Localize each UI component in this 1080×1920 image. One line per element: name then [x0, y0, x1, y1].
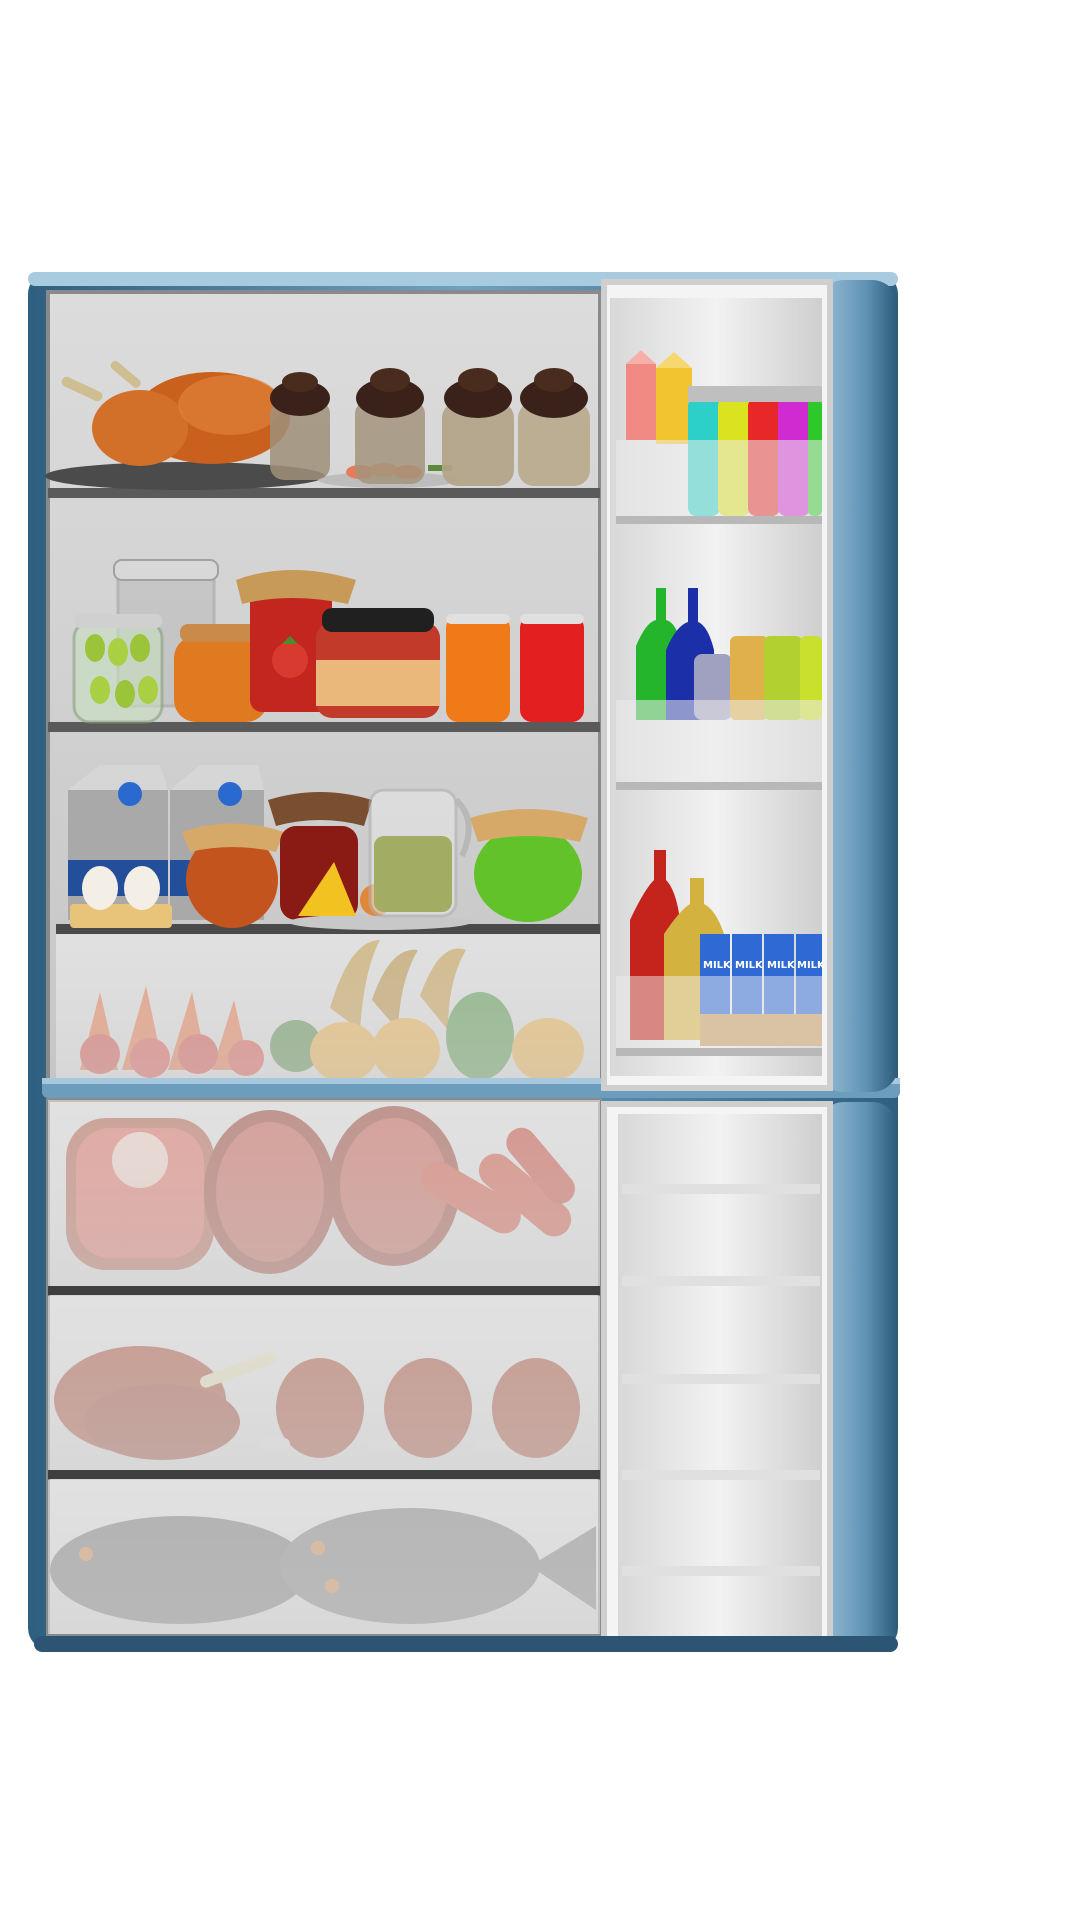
red-can-icon	[520, 614, 584, 722]
juice-pitcher-icon	[368, 788, 472, 918]
pickle-jar-icon	[72, 614, 164, 724]
pudding-icon	[270, 372, 330, 480]
freezer-poultry-drawer	[48, 1296, 600, 1472]
milk-label: MILK	[767, 960, 796, 971]
freezer-shelf	[48, 1286, 600, 1295]
orange-can-icon	[446, 614, 510, 722]
milk-label: MILK	[797, 960, 826, 971]
sauce-jar-icon	[316, 608, 440, 718]
crisper-drawer	[56, 934, 600, 1082]
refrigerator-scene: MILK MILK MILK MILK	[28, 272, 900, 1652]
pudding-icon	[518, 368, 590, 486]
freezer-shelf	[48, 1470, 600, 1479]
pudding-icon	[355, 368, 425, 484]
pudding-icon	[442, 368, 514, 486]
freezer-meat-drawer	[48, 1100, 600, 1288]
freezer-fish-drawer	[48, 1480, 600, 1634]
milk-label: MILK	[703, 960, 732, 971]
fridge-base	[34, 1636, 898, 1652]
milk-label: MILK	[735, 960, 764, 971]
lower-door[interactable]	[601, 1101, 898, 1651]
